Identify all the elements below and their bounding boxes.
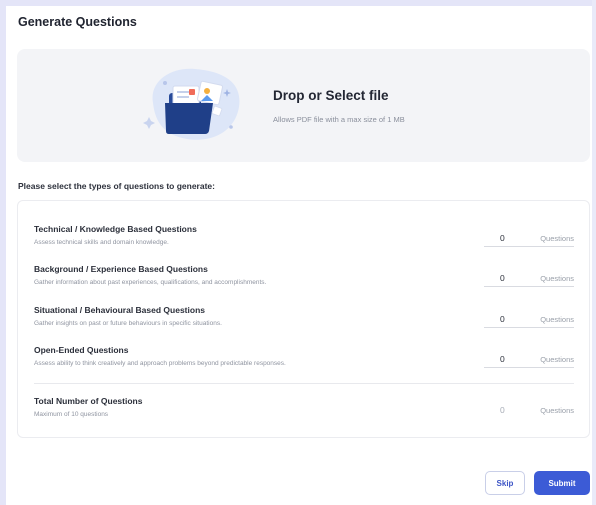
total-questions-title: Total Number of Questions (34, 396, 143, 406)
question-count-unit: Questions (540, 234, 574, 243)
question-type-title: Situational / Behavioural Based Question… (34, 305, 205, 315)
total-divider (34, 383, 574, 384)
dropzone-title: Drop or Select file (273, 88, 389, 103)
file-dropzone[interactable]: Drop or Select file Allows PDF file with… (17, 49, 590, 162)
question-type-title: Technical / Knowledge Based Questions (34, 224, 197, 234)
question-type-row-background: Background / Experience Based Questions … (34, 264, 574, 296)
page-title: Generate Questions (18, 15, 137, 29)
total-question-count-field: 0 Questions (484, 396, 574, 419)
question-count-unit: Questions (540, 274, 574, 283)
question-type-row-situational: Situational / Behavioural Based Question… (34, 305, 574, 337)
question-type-title: Background / Experience Based Questions (34, 264, 208, 274)
question-type-description: Gather information about past experience… (34, 279, 267, 286)
question-types-prompt: Please select the types of questions to … (18, 181, 215, 191)
background-question-count-field[interactable]: 0 Questions (484, 264, 574, 287)
window-frame-left (0, 0, 6, 505)
window-frame-top (0, 0, 596, 6)
question-count-unit: Questions (540, 355, 574, 364)
question-count-value[interactable]: 0 (500, 354, 505, 364)
question-count-value[interactable]: 0 (500, 273, 505, 283)
question-type-description: Assess ability to think creatively and a… (34, 360, 286, 367)
total-count-unit: Questions (540, 406, 574, 415)
question-count-value[interactable]: 0 (500, 233, 505, 243)
total-questions-row: Total Number of Questions Maximum of 10 … (34, 396, 574, 428)
question-type-title: Open-Ended Questions (34, 345, 129, 355)
submit-button[interactable]: Submit (534, 471, 590, 495)
question-type-description: Assess technical skills and domain knowl… (34, 239, 169, 246)
situational-question-count-field[interactable]: 0 Questions (484, 305, 574, 328)
open-ended-question-count-field[interactable]: 0 Questions (484, 345, 574, 368)
folder-upload-icon (143, 68, 240, 140)
window-frame-right (592, 0, 596, 505)
question-count-value[interactable]: 0 (500, 314, 505, 324)
technical-question-count-field[interactable]: 0 Questions (484, 224, 574, 247)
dropzone-hint: Allows PDF file with a max size of 1 MB (273, 115, 405, 124)
question-type-description: Gather insights on past or future behavi… (34, 320, 222, 327)
question-type-row-technical: Technical / Knowledge Based Questions As… (34, 224, 574, 256)
question-count-unit: Questions (540, 315, 574, 324)
question-types-card: Technical / Knowledge Based Questions As… (17, 200, 590, 438)
total-questions-description: Maximum of 10 questions (34, 411, 109, 418)
skip-button[interactable]: Skip (485, 471, 525, 495)
question-type-row-open-ended: Open-Ended Questions Assess ability to t… (34, 345, 574, 377)
total-count-value: 0 (500, 405, 505, 415)
